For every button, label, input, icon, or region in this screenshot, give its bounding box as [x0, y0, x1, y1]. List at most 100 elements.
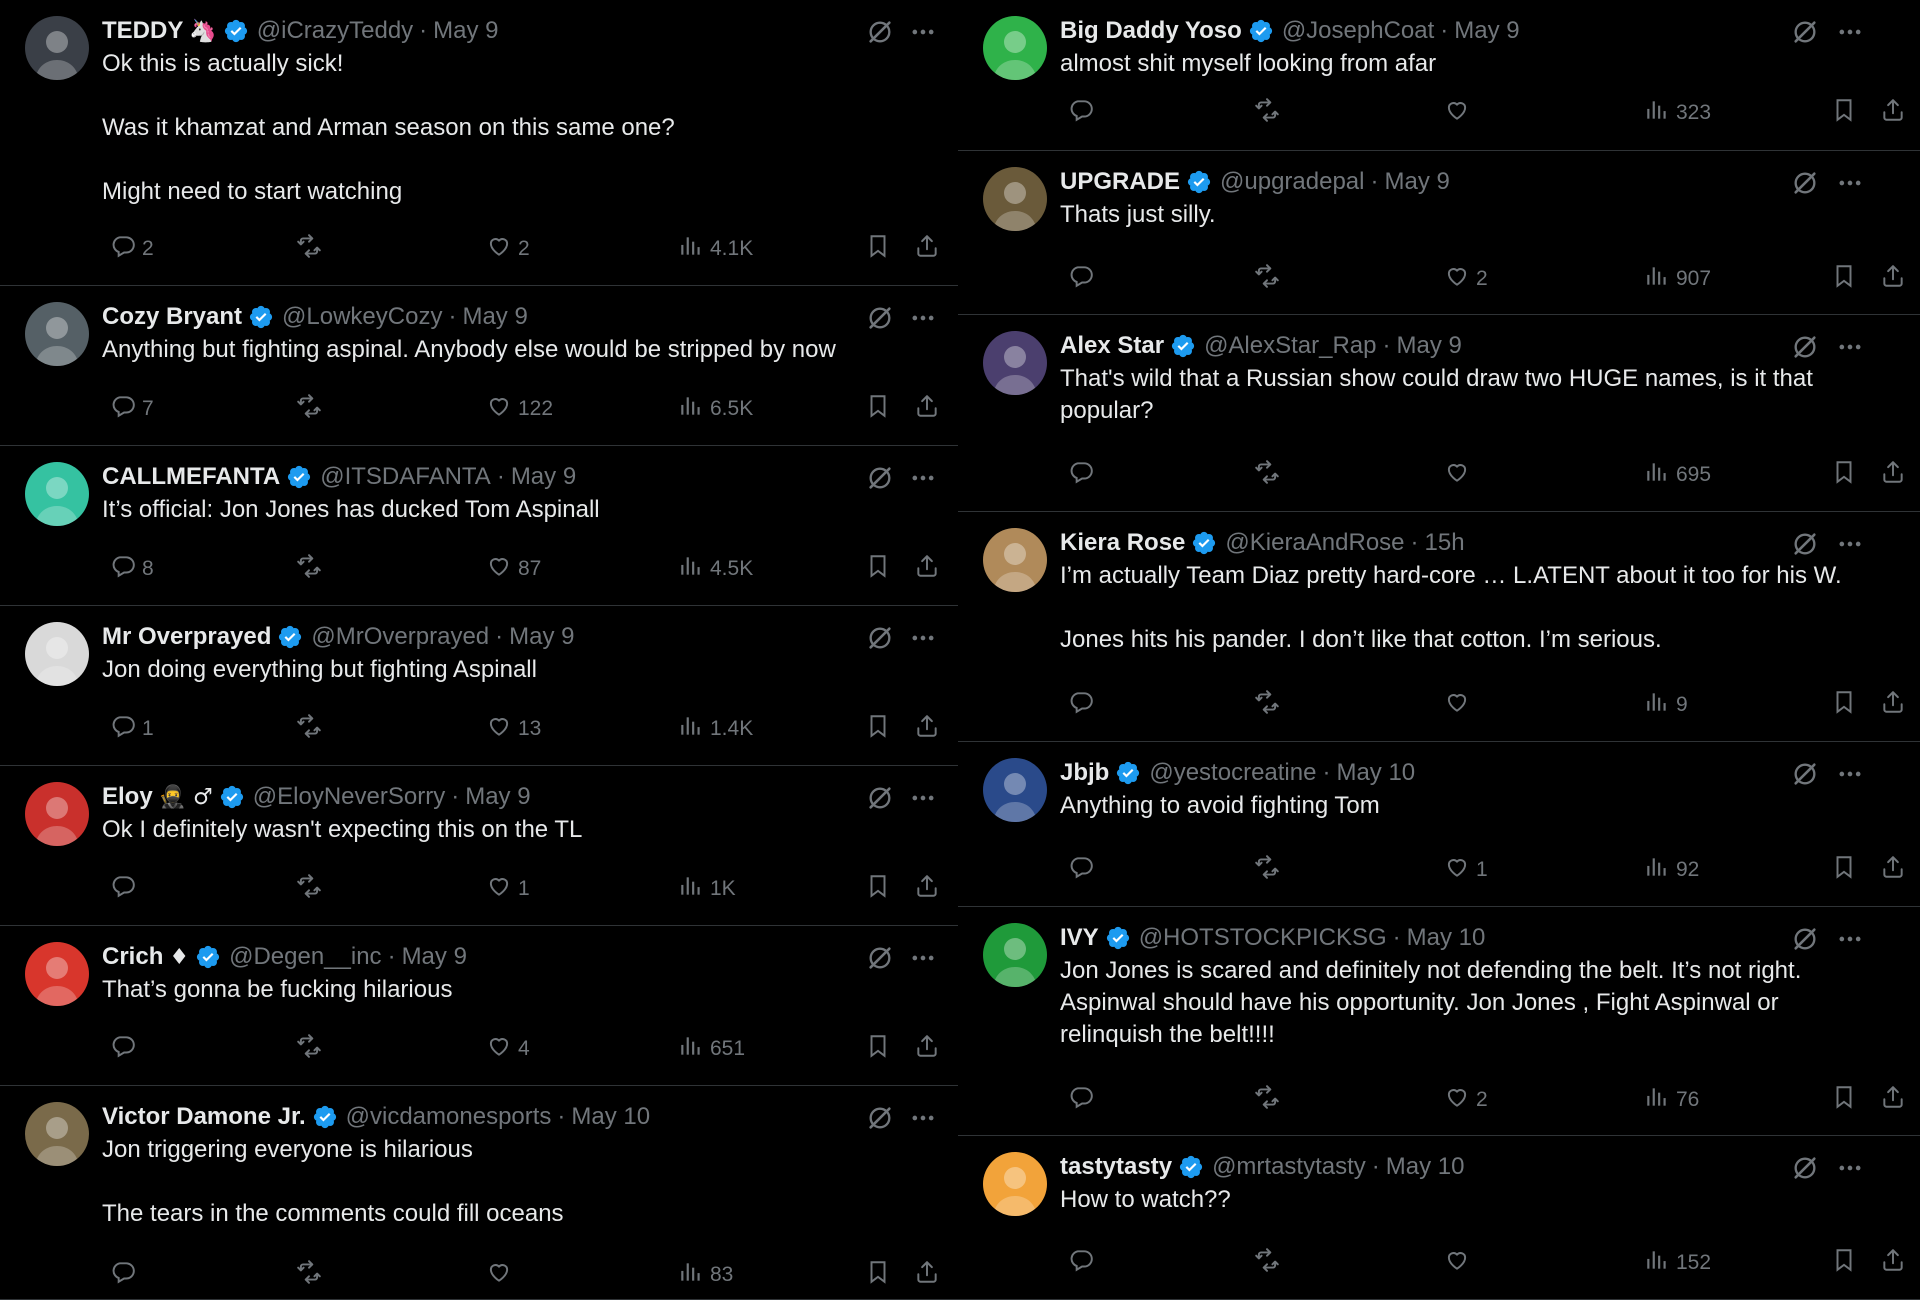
reply-button[interactable]: [1062, 460, 1094, 490]
display-name[interactable]: Alex Star: [1060, 332, 1164, 360]
avatar[interactable]: [983, 167, 1047, 231]
user-handle[interactable]: @KieraAndRose: [1225, 529, 1404, 557]
reply-button[interactable]: [104, 1034, 136, 1064]
avatar[interactable]: [983, 331, 1047, 395]
share-button[interactable]: [908, 234, 940, 264]
views-button[interactable]: 152: [1638, 1248, 1711, 1278]
display-name[interactable]: Mr Overprayed: [102, 623, 271, 651]
repost-button[interactable]: [290, 234, 322, 264]
display-name[interactable]: TEDDY: [102, 17, 183, 45]
user-handle[interactable]: @mrtastytasty: [1212, 1153, 1366, 1181]
reply-button[interactable]: [1062, 690, 1094, 720]
reply-tweet[interactable]: CALLMEFANTA @ITSDAFANTA · May 9 It’s officia…: [0, 446, 958, 606]
views-button[interactable]: 9: [1638, 690, 1688, 720]
reply-button[interactable]: [1062, 855, 1094, 885]
share-button[interactable]: [908, 1260, 940, 1290]
timestamp[interactable]: May 9: [511, 463, 576, 491]
repost-button[interactable]: [1248, 690, 1280, 720]
timestamp[interactable]: May 9: [402, 943, 467, 971]
display-name[interactable]: tastytasty: [1060, 1153, 1172, 1181]
user-handle[interactable]: @MrOverprayed: [311, 623, 489, 651]
bookmark-button[interactable]: [1825, 690, 1857, 720]
user-handle[interactable]: @yestocreatine: [1149, 759, 1316, 787]
user-handle[interactable]: @upgradepal: [1220, 168, 1364, 196]
share-button[interactable]: [908, 394, 940, 424]
timestamp[interactable]: May 10: [571, 1103, 650, 1131]
reply-button[interactable]: [1062, 1248, 1094, 1278]
reply-tweet[interactable]: Kiera Rose @KieraAndRose · 15h I’m actually …: [958, 512, 1920, 742]
repost-button[interactable]: [290, 1034, 322, 1064]
avatar[interactable]: [983, 1152, 1047, 1216]
repost-button[interactable]: [1248, 855, 1280, 885]
views-button[interactable]: 907: [1638, 264, 1711, 294]
user-handle[interactable]: @ITSDAFANTA: [320, 463, 491, 491]
reply-button[interactable]: [104, 1260, 136, 1290]
avatar[interactable]: [983, 923, 1047, 987]
like-button[interactable]: [1438, 1248, 1470, 1278]
share-button[interactable]: [1874, 1248, 1906, 1278]
avatar[interactable]: [25, 16, 89, 80]
reply-tweet[interactable]: Cozy Bryant @LowkeyCozy · May 9 Anything but…: [0, 286, 958, 446]
share-button[interactable]: [908, 874, 940, 904]
user-handle[interactable]: @HOTSTOCKPICKSG: [1139, 924, 1387, 952]
like-button[interactable]: [1438, 690, 1470, 720]
timestamp[interactable]: 15h: [1425, 529, 1465, 557]
reply-button[interactable]: [1062, 1085, 1094, 1115]
avatar[interactable]: [25, 302, 89, 366]
like-button[interactable]: [1438, 460, 1470, 490]
timestamp[interactable]: May 9: [1397, 332, 1462, 360]
views-button[interactable]: 4.5K: [672, 554, 753, 584]
display-name[interactable]: Crich: [102, 943, 163, 971]
share-button[interactable]: [1874, 98, 1906, 128]
like-button[interactable]: 4: [480, 1034, 530, 1064]
reply-tweet[interactable]: Eloy 🥷 ♂ @EloyNeverSorry · May 9 Ok I definit…: [0, 766, 958, 926]
display-name[interactable]: CALLMEFANTA: [102, 463, 280, 491]
timestamp[interactable]: May 10: [1336, 759, 1415, 787]
avatar[interactable]: [25, 462, 89, 526]
display-name[interactable]: Big Daddy Yoso: [1060, 17, 1242, 45]
views-button[interactable]: 83: [672, 1260, 733, 1290]
views-button[interactable]: 695: [1638, 460, 1711, 490]
user-handle[interactable]: @Degen__inc: [229, 943, 381, 971]
avatar[interactable]: [25, 782, 89, 846]
repost-button[interactable]: [290, 554, 322, 584]
share-button[interactable]: [1874, 690, 1906, 720]
bookmark-button[interactable]: [1825, 460, 1857, 490]
bookmark-button[interactable]: [859, 874, 891, 904]
reply-tweet[interactable]: Big Daddy Yoso @JosephCoat · May 9 almost sh…: [958, 0, 1920, 151]
repost-button[interactable]: [1248, 1248, 1280, 1278]
user-handle[interactable]: @iCrazyTeddy: [257, 17, 413, 45]
avatar[interactable]: [25, 942, 89, 1006]
views-button[interactable]: 4.1K: [672, 234, 753, 264]
bookmark-button[interactable]: [859, 554, 891, 584]
views-button[interactable]: 1K: [672, 874, 736, 904]
like-button[interactable]: 1: [480, 874, 530, 904]
reply-button[interactable]: 2: [104, 234, 154, 264]
reply-button[interactable]: [1062, 264, 1094, 294]
share-button[interactable]: [908, 1034, 940, 1064]
repost-button[interactable]: [1248, 460, 1280, 490]
timestamp[interactable]: May 10: [1386, 1153, 1465, 1181]
bookmark-button[interactable]: [1825, 1085, 1857, 1115]
repost-button[interactable]: [1248, 1085, 1280, 1115]
display-name[interactable]: Victor Damone Jr.: [102, 1103, 306, 1131]
views-button[interactable]: 6.5K: [672, 394, 753, 424]
timestamp[interactable]: May 9: [1384, 168, 1449, 196]
reply-tweet[interactable]: Victor Damone Jr. @vicdamonesports · May 10…: [0, 1086, 958, 1300]
bookmark-button[interactable]: [859, 714, 891, 744]
user-handle[interactable]: @LowkeyCozy: [282, 303, 442, 331]
views-button[interactable]: 76: [1638, 1085, 1699, 1115]
like-button[interactable]: 2: [1438, 1085, 1488, 1115]
bookmark-button[interactable]: [1825, 855, 1857, 885]
bookmark-button[interactable]: [859, 394, 891, 424]
bookmark-button[interactable]: [859, 1034, 891, 1064]
repost-button[interactable]: [290, 1260, 322, 1290]
timestamp[interactable]: May 10: [1407, 924, 1486, 952]
timestamp[interactable]: May 9: [462, 303, 527, 331]
views-button[interactable]: 323: [1638, 98, 1711, 128]
share-button[interactable]: [908, 554, 940, 584]
display-name[interactable]: IVY: [1060, 924, 1099, 952]
reply-tweet[interactable]: tastytasty @mrtastytasty · May 10 How to wat…: [958, 1136, 1920, 1300]
share-button[interactable]: [1874, 855, 1906, 885]
like-button[interactable]: 2: [1438, 264, 1488, 294]
